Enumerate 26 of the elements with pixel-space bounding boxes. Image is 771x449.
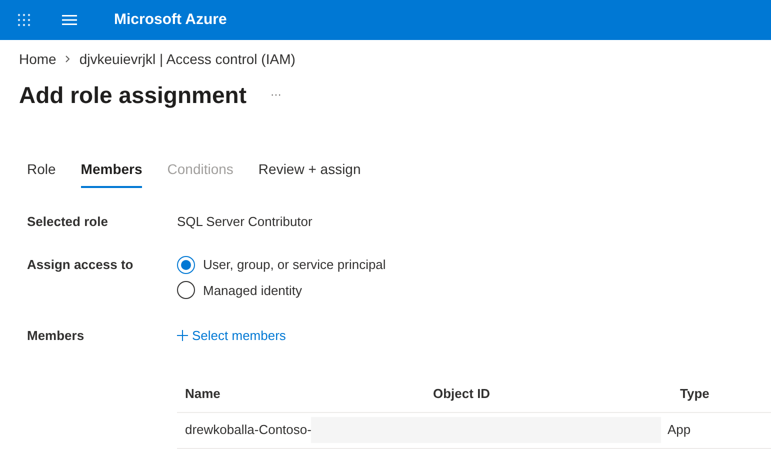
breadcrumb-link[interactable]: djvkeuievrjkl | Access control (IAM) xyxy=(79,48,296,70)
menu-icon[interactable] xyxy=(62,14,77,26)
radio-button[interactable] xyxy=(177,281,195,300)
chevron-icon xyxy=(65,55,70,63)
page-title: Add role assignment xyxy=(19,81,246,110)
table-cell-text: drewkoballa-Contoso- xyxy=(184,421,312,440)
select-members-link[interactable]: Select members xyxy=(177,326,286,346)
breadcrumb-link[interactable]: Home xyxy=(19,48,56,70)
field-label: Members xyxy=(27,327,86,345)
more-button[interactable]: ··· xyxy=(270,87,282,104)
brand-title[interactable]: Microsoft Azure xyxy=(114,8,227,32)
column-header: Name xyxy=(184,384,222,403)
plus-icon xyxy=(177,330,188,342)
field-label: Assign access to xyxy=(27,256,134,274)
table-cell-text: App xyxy=(667,421,691,440)
field-label: Selected role xyxy=(27,212,109,230)
field-value: SQL Server Contributor xyxy=(177,212,312,230)
app-launcher-icon[interactable] xyxy=(17,13,31,27)
column-header: Object ID xyxy=(433,384,492,403)
tab[interactable]: Members xyxy=(80,158,142,188)
tab[interactable]: Role xyxy=(27,158,56,188)
radio-button[interactable] xyxy=(177,256,195,274)
tab[interactable]: Review + assign xyxy=(258,158,361,188)
radio-option[interactable]: Managed identity xyxy=(177,280,386,300)
radio-option[interactable]: User, group, or service principal xyxy=(177,255,386,274)
column-header: Type xyxy=(680,384,710,403)
